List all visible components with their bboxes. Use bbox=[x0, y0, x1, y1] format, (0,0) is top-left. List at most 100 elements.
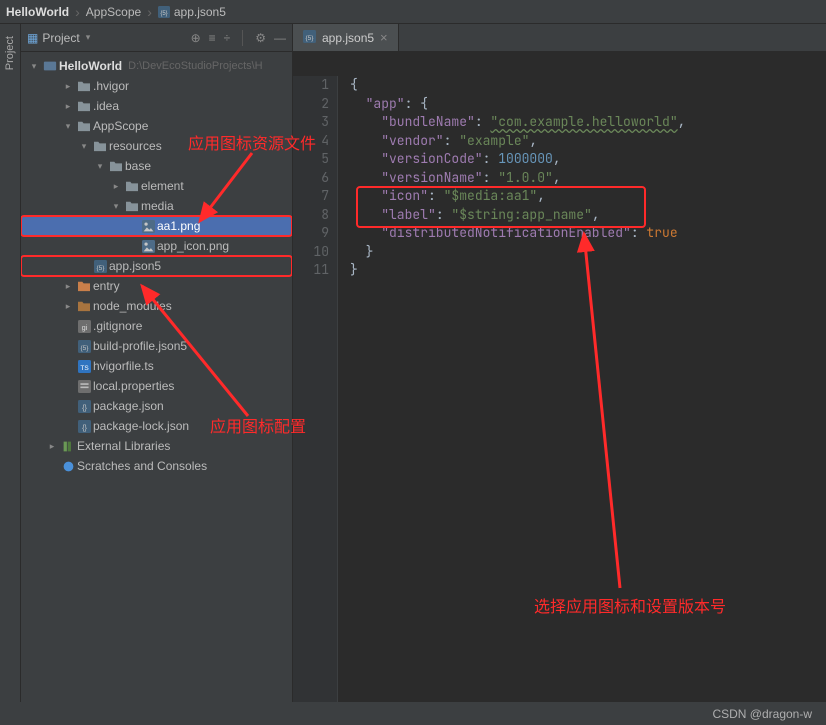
breadcrumb-root[interactable]: HelloWorld bbox=[6, 5, 69, 19]
chevron-down-icon[interactable]: ▾ bbox=[27, 61, 41, 72]
tree-label: build-profile.json5 bbox=[93, 339, 187, 353]
line-number: 11 bbox=[293, 261, 329, 280]
tree-row[interactable]: TS hvigorfile.ts bbox=[21, 356, 292, 376]
tree-twisty-icon[interactable]: ▸ bbox=[61, 301, 75, 312]
tree-row[interactable]: {} package.json bbox=[21, 396, 292, 416]
image-icon bbox=[139, 240, 157, 253]
tree-row[interactable]: ▸ node_modules bbox=[21, 296, 292, 316]
ts-icon: TS bbox=[75, 360, 93, 373]
svg-text:{5}: {5} bbox=[96, 264, 105, 271]
target-icon[interactable]: ⊕ bbox=[191, 31, 201, 45]
close-icon[interactable]: × bbox=[380, 30, 388, 45]
project-sidebar: ▦ Project ▾ ⊕ ≡ ÷ ⚙ — ▾ HelloWorld D:\De… bbox=[21, 24, 293, 702]
tree-twisty-icon[interactable]: ▾ bbox=[109, 201, 123, 212]
tree-row[interactable]: app_icon.png bbox=[21, 236, 292, 256]
json-icon: {} bbox=[75, 400, 93, 413]
tree-row[interactable]: {5} build-profile.json5 bbox=[21, 336, 292, 356]
chevron-down-icon[interactable]: ▾ bbox=[86, 32, 91, 43]
editor-tabbar: {5} app.json5 × bbox=[293, 24, 826, 52]
line-number: 4 bbox=[293, 132, 329, 151]
folder-icon bbox=[75, 80, 93, 92]
line-number: 1 bbox=[293, 76, 329, 95]
project-view-label[interactable]: Project bbox=[42, 31, 79, 45]
project-tool-window-tab[interactable]: Project bbox=[0, 24, 21, 702]
tree-row[interactable]: ▸ External Libraries bbox=[21, 436, 292, 456]
breadcrumb-appscope[interactable]: AppScope bbox=[86, 5, 141, 19]
tree-label: media bbox=[141, 199, 174, 213]
code-content[interactable]: { "app": { "bundleName": "com.example.he… bbox=[337, 76, 826, 702]
tree-row[interactable]: {}package-lock.json bbox=[21, 416, 292, 436]
project-view-icon: ▦ bbox=[27, 31, 38, 45]
tree-label: AppScope bbox=[93, 119, 148, 133]
svg-text:{}: {} bbox=[82, 422, 87, 431]
tree-label: entry bbox=[93, 279, 120, 293]
breadcrumb: HelloWorld › AppScope › {5} app.json5 bbox=[0, 0, 826, 24]
tree-row[interactable]: ▸ .hvigor bbox=[21, 76, 292, 96]
project-name: HelloWorld bbox=[59, 59, 122, 73]
tree-label: base bbox=[125, 159, 151, 173]
folder-icon bbox=[123, 200, 141, 212]
gutter: 1234567891011 bbox=[293, 76, 337, 702]
tree-twisty-icon[interactable]: ▸ bbox=[45, 441, 59, 452]
line-number: 8 bbox=[293, 206, 329, 225]
tree-label: External Libraries bbox=[77, 439, 170, 453]
tree-twisty-icon[interactable]: ▸ bbox=[61, 101, 75, 112]
expand-icon[interactable]: ≡ bbox=[209, 31, 216, 45]
tree-twisty-icon[interactable]: ▾ bbox=[93, 161, 107, 172]
tree-row[interactable]: aa1.png bbox=[21, 216, 292, 236]
svg-text:{5}: {5} bbox=[80, 344, 89, 351]
tree-label: .idea bbox=[93, 99, 119, 113]
tree-label: node_modules bbox=[93, 299, 172, 313]
breadcrumb-file[interactable]: app.json5 bbox=[174, 5, 226, 19]
tree-row[interactable]: {5} app.json5 bbox=[21, 256, 292, 276]
tree-row[interactable]: local.properties bbox=[21, 376, 292, 396]
tree-row[interactable]: ▸ .idea bbox=[21, 96, 292, 116]
tree-twisty-icon[interactable]: ▸ bbox=[109, 181, 123, 192]
tree-row[interactable]: ▸ entry bbox=[21, 276, 292, 296]
tree-twisty-icon[interactable]: ▸ bbox=[61, 281, 75, 292]
svg-text:{}: {} bbox=[82, 402, 87, 411]
tree-row[interactable]: ▸ element bbox=[21, 176, 292, 196]
tree-row-project-root[interactable]: ▾ HelloWorld D:\DevEcoStudioProjects\H bbox=[21, 56, 292, 76]
tree-twisty-icon[interactable]: ▾ bbox=[61, 121, 75, 132]
line-number: 7 bbox=[293, 187, 329, 206]
tree-twisty-icon[interactable]: ▸ bbox=[61, 81, 75, 92]
folder-src-icon bbox=[75, 280, 93, 292]
tree-row[interactable]: ▾ resources bbox=[21, 136, 292, 156]
tree-label: package.json bbox=[93, 399, 164, 413]
scratch-icon bbox=[59, 460, 77, 473]
tree-label: .hvigor bbox=[93, 79, 129, 93]
json-icon: {} bbox=[75, 420, 93, 433]
folder-icon bbox=[91, 140, 109, 152]
tree-row[interactable]: ▾ media bbox=[21, 196, 292, 216]
tree-row[interactable]: ▾ base bbox=[21, 156, 292, 176]
tree-label: resources bbox=[109, 139, 162, 153]
tree-twisty-icon[interactable]: ▾ bbox=[77, 141, 91, 152]
tab-label: app.json5 bbox=[322, 31, 374, 45]
svg-text:gi: gi bbox=[81, 322, 87, 331]
collapse-icon[interactable]: ÷ bbox=[224, 31, 231, 45]
hide-icon[interactable]: — bbox=[274, 31, 286, 45]
tree-label: app.json5 bbox=[109, 259, 161, 273]
project-tree[interactable]: ▾ HelloWorld D:\DevEcoStudioProjects\H ▸… bbox=[21, 52, 292, 702]
libs-icon bbox=[59, 440, 77, 453]
json5-icon: {5} bbox=[75, 340, 93, 353]
tree-label: element bbox=[141, 179, 184, 193]
project-tool-window-label: Project bbox=[4, 32, 16, 74]
code-editor[interactable]: 1234567891011 { "app": { "bundleName": "… bbox=[293, 52, 826, 702]
tree-label: hvigorfile.ts bbox=[93, 359, 154, 373]
tree-row[interactable]: ▾ AppScope bbox=[21, 116, 292, 136]
folder-icon bbox=[75, 120, 93, 132]
tree-row[interactable]: gi.gitignore bbox=[21, 316, 292, 336]
gitignore-icon: gi bbox=[75, 320, 93, 333]
line-number: 9 bbox=[293, 224, 329, 243]
folder-icon bbox=[123, 180, 141, 192]
line-number: 10 bbox=[293, 243, 329, 262]
gear-icon[interactable]: ⚙ bbox=[255, 31, 266, 45]
svg-text:TS: TS bbox=[80, 364, 89, 371]
image-icon bbox=[139, 220, 157, 233]
tree-row[interactable]: Scratches and Consoles bbox=[21, 456, 292, 476]
tree-label: local.properties bbox=[93, 379, 174, 393]
editor-tab-app-json5[interactable]: {5} app.json5 × bbox=[293, 24, 399, 51]
project-icon bbox=[41, 59, 59, 73]
